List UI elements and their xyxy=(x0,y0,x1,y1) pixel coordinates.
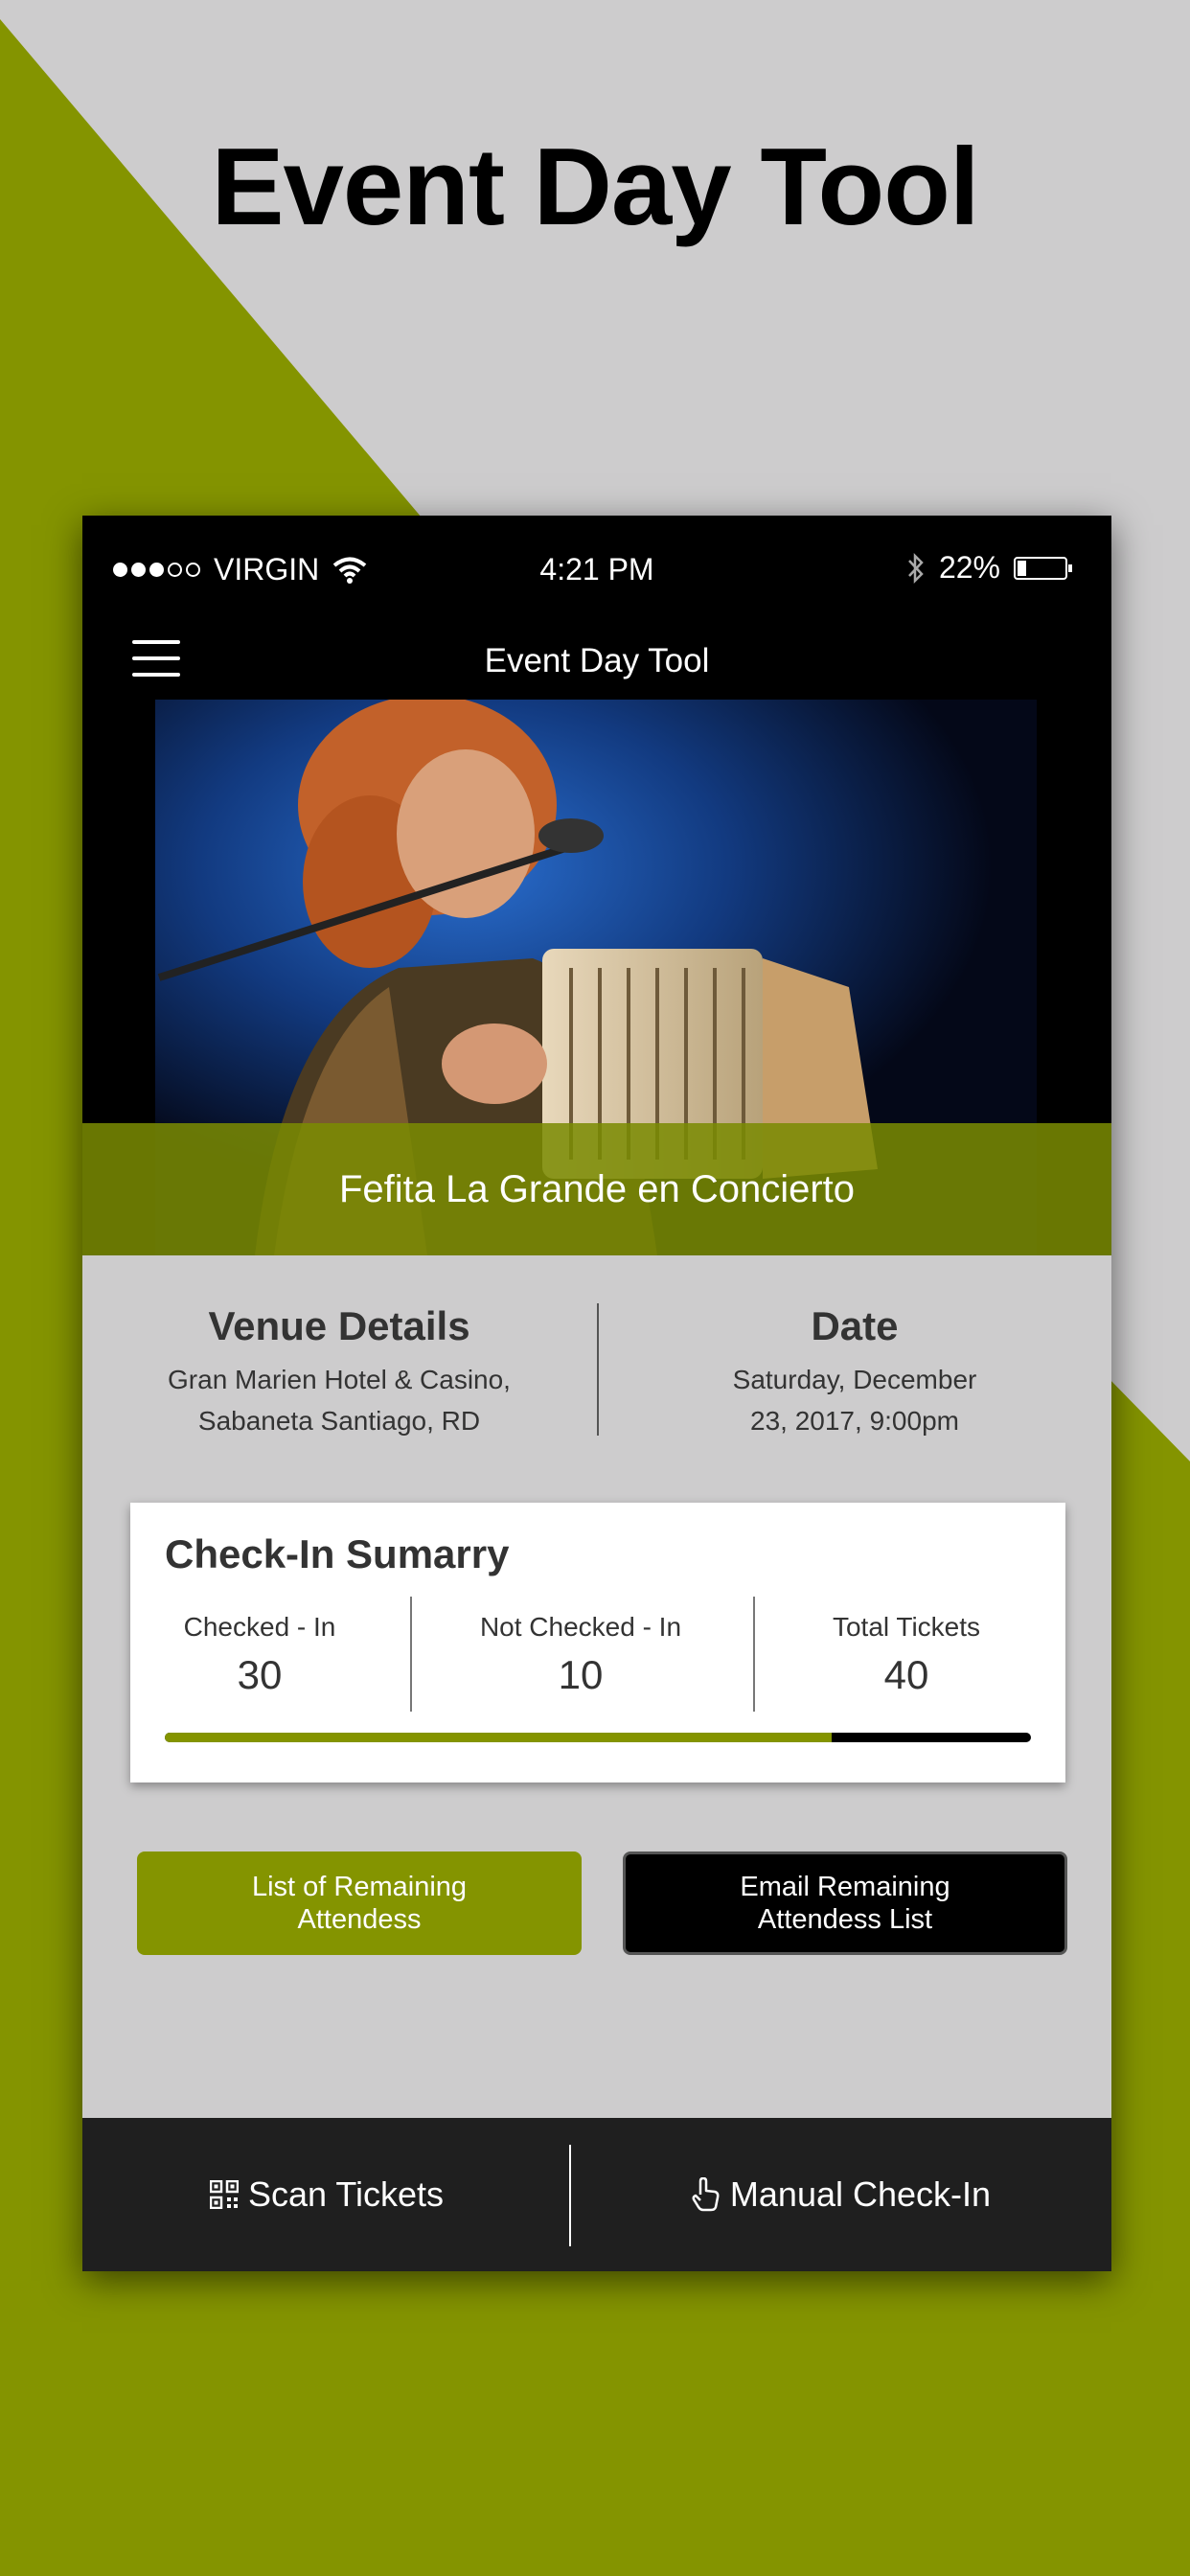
remaining-attendees-button[interactable]: List of Remaining Attendess xyxy=(137,1852,582,1955)
checked-in-value: 30 xyxy=(237,1652,283,1697)
checked-in-stat: Checked - In 30 xyxy=(149,1612,370,1698)
status-bar: VIRGIN 4:21 PM 22% xyxy=(82,516,1111,629)
email-remaining-label: Email Remaining Attendess List xyxy=(740,1872,950,1935)
date-line-1: Saturday, December xyxy=(732,1365,977,1394)
manual-checkin-button[interactable]: Manual Check-In xyxy=(571,2118,1111,2271)
email-remaining-button[interactable]: Email Remaining Attendess List xyxy=(623,1852,1067,1955)
checkin-progress-fill xyxy=(165,1733,833,1742)
date-details: Date Saturday, December 23, 2017, 9:00pm xyxy=(636,1303,1073,1441)
manual-checkin-label: Manual Check-In xyxy=(729,2174,992,2214)
venue-heading: Venue Details xyxy=(208,1303,470,1348)
total-tickets-stat: Total Tickets 40 xyxy=(772,1612,1041,1698)
checked-in-label: Checked - In xyxy=(183,1612,336,1642)
promo-title: Event Day Tool xyxy=(211,126,979,248)
status-right: 22% xyxy=(906,550,1072,586)
not-checked-in-value: 10 xyxy=(558,1652,604,1697)
bluetooth-icon xyxy=(908,552,924,584)
scan-tickets-button[interactable]: Scan Tickets xyxy=(82,2118,571,2271)
not-checked-in-label: Not Checked - In xyxy=(479,1612,682,1642)
info-divider xyxy=(597,1303,599,1436)
event-banner[interactable]: Fefita La Grande en Concierto xyxy=(82,700,1111,1255)
venue-line-2: Sabaneta Santiago, RD xyxy=(197,1406,481,1436)
hand-pointer-icon xyxy=(692,2177,720,2212)
total-tickets-value: 40 xyxy=(883,1652,929,1697)
date-heading: Date xyxy=(811,1303,899,1348)
not-checked-in-stat: Not Checked - In 10 xyxy=(427,1612,734,1698)
date-line-2: 23, 2017, 9:00pm xyxy=(750,1406,959,1436)
battery-percent: 22% xyxy=(938,550,1000,585)
qr-code-icon xyxy=(209,2180,239,2209)
remaining-attendees-label: List of Remaining Attendess xyxy=(251,1872,468,1935)
stat-divider xyxy=(753,1597,755,1712)
checkin-progress-bar xyxy=(165,1733,1031,1742)
phone-screen: VIRGIN 4:21 PM 22% Event Day Tool Fefita… xyxy=(82,516,1111,2271)
scan-tickets-label: Scan Tickets xyxy=(247,2174,445,2214)
venue-line-1: Gran Marien Hotel & Casino, xyxy=(168,1365,511,1394)
nav-title: Event Day Tool xyxy=(484,642,710,679)
venue-details: Venue Details Gran Marien Hotel & Casino… xyxy=(121,1303,558,1441)
bottom-action-bar: Scan Tickets Manual Check-In xyxy=(82,2118,1111,2271)
summary-title: Check-In Sumarry xyxy=(165,1531,510,1576)
nav-bar: Event Day Tool xyxy=(82,629,1111,700)
event-name: Fefita La Grande en Concierto xyxy=(82,1123,1111,1255)
total-tickets-label: Total Tickets xyxy=(832,1612,981,1642)
battery-icon xyxy=(1014,556,1072,580)
stat-divider xyxy=(410,1597,412,1712)
checkin-summary-card: Check-In Sumarry Checked - In 30 Not Che… xyxy=(130,1503,1065,1782)
